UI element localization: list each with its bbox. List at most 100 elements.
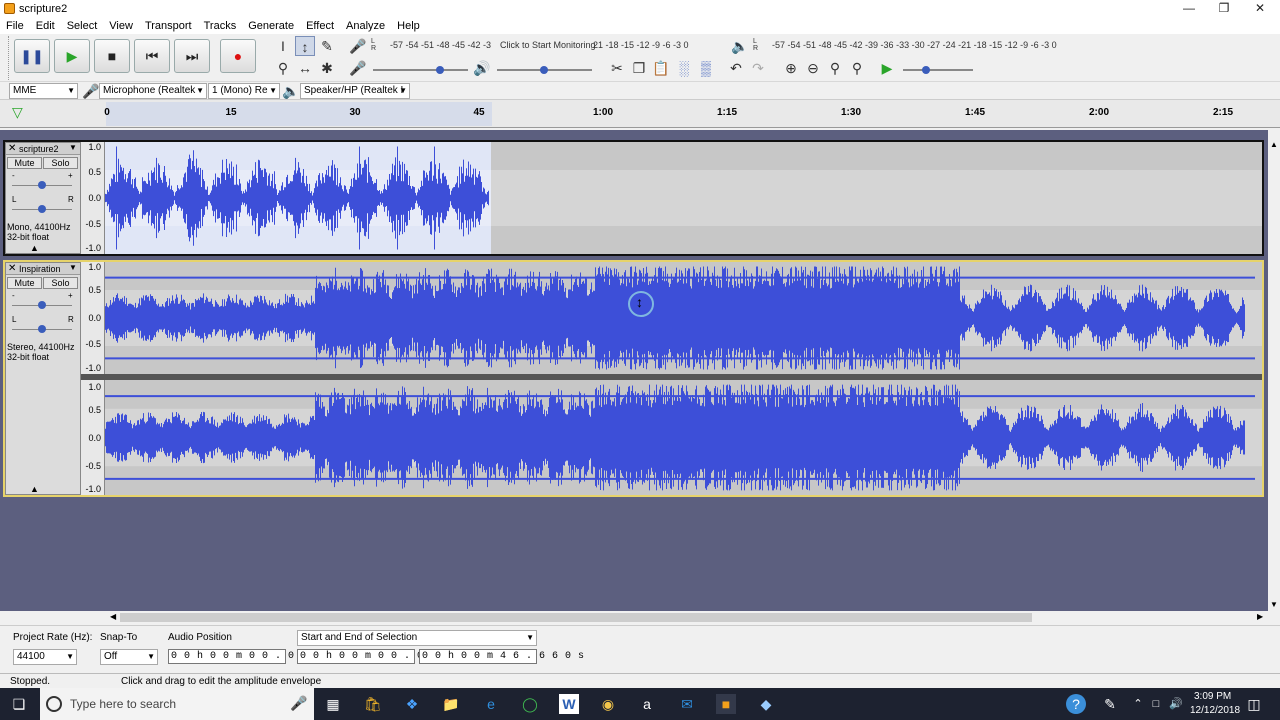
playback-volume-knob[interactable]: [540, 66, 548, 74]
store-icon[interactable]: 🛍: [363, 694, 383, 714]
notifications-icon[interactable]: ◫: [1244, 694, 1264, 714]
multi-tool-icon[interactable]: ✱: [317, 58, 337, 78]
menu-effect[interactable]: Effect: [300, 18, 340, 34]
close-track-icon[interactable]: ✕: [8, 143, 16, 154]
microphone-icon[interactable]: 🎤: [348, 36, 368, 56]
snap-to-select[interactable]: Off ▼: [100, 649, 158, 665]
taskbar-search[interactable]: Type here to search 🎤: [40, 688, 314, 720]
track-name[interactable]: scripture2: [19, 144, 59, 154]
chevron-down-icon[interactable]: ▼: [69, 263, 77, 272]
speaker-icon[interactable]: 🔈: [730, 36, 750, 56]
selection-end-field[interactable]: 0 0 h 0 0 m 4 6 . 6 6 0 s: [419, 649, 584, 664]
audio-position-field[interactable]: 0 0 h 0 0 m 0 0 . 0 0 0 s: [168, 649, 333, 664]
pen-icon[interactable]: ✎: [1100, 694, 1120, 714]
play-button[interactable]: ▶: [54, 39, 90, 73]
vertical-scrollbar[interactable]: ▲ ▼: [1268, 140, 1280, 610]
menu-view[interactable]: View: [103, 18, 139, 34]
mute-button[interactable]: Mute: [7, 157, 42, 169]
record-volume-slider[interactable]: [373, 69, 468, 71]
cut-icon[interactable]: ✂: [607, 58, 627, 78]
gain-slider-knob[interactable]: [38, 301, 46, 309]
collapse-track-icon[interactable]: ▲: [30, 243, 39, 253]
word-icon[interactable]: W: [559, 694, 579, 714]
trim-icon[interactable]: ░: [674, 58, 694, 78]
play-speed-slider[interactable]: [903, 69, 973, 71]
gain-slider-knob[interactable]: [38, 181, 46, 189]
solo-button[interactable]: Solo: [43, 157, 78, 169]
microphone-icon[interactable]: 🎤: [290, 695, 307, 712]
silence-icon[interactable]: ▒: [696, 58, 716, 78]
project-rate-select[interactable]: 44100 ▼: [13, 649, 77, 665]
help-icon[interactable]: ?: [1066, 694, 1086, 714]
selection-mode-select[interactable]: Start and End of Selection ▼: [297, 630, 537, 646]
zoom-tool-icon[interactable]: ⚲: [273, 58, 293, 78]
copy-icon[interactable]: ❐: [629, 58, 649, 78]
menu-transport[interactable]: Transport: [139, 18, 198, 34]
recording-channels-select[interactable]: 1 (Mono) Re ▼: [208, 83, 280, 99]
record-volume-knob[interactable]: [436, 66, 444, 74]
waveform-inspiration-left[interactable]: [105, 262, 1262, 374]
waveform-scripture2[interactable]: [105, 142, 1262, 254]
scroll-up-icon[interactable]: ▲: [1270, 140, 1278, 149]
pan-slider-knob[interactable]: [38, 325, 46, 333]
playback-device-select[interactable]: Speaker/HP (Realtek I ▼: [300, 83, 410, 99]
file-explorer-icon[interactable]: 📁: [441, 694, 461, 714]
close-button[interactable]: ✕: [1242, 0, 1278, 18]
selection-tool-icon[interactable]: I: [273, 36, 293, 56]
vertical-ruler[interactable]: 1.0 0.5 0.0 -0.5 -1.0: [81, 142, 105, 254]
play-speed-knob[interactable]: [922, 66, 930, 74]
skip-to-end-button[interactable]: ⏭: [174, 39, 210, 73]
track-name-bar[interactable]: ✕ scripture2 ▼: [6, 143, 80, 155]
vertical-ruler[interactable]: 1.0 0.5 0.0 -0.5 -1.0: [81, 262, 105, 374]
network-icon[interactable]: □: [1146, 694, 1166, 714]
record-meter-scale[interactable]: -57 -54 -51 -48 -45 -42 -3: [390, 40, 491, 50]
time-shift-tool-icon[interactable]: ↔: [295, 58, 315, 78]
track-control-panel[interactable]: ✕ Inspiration ▼ Mute Solo - + L R Stereo…: [5, 262, 81, 495]
close-track-icon[interactable]: ✕: [8, 263, 16, 274]
pause-button[interactable]: ❚❚: [14, 39, 50, 73]
clock-time[interactable]: 3:09 PM: [1194, 691, 1231, 702]
toolbar-grip[interactable]: [8, 36, 11, 80]
clock-date[interactable]: 12/12/2018: [1190, 705, 1240, 716]
paste-icon[interactable]: 📋: [651, 58, 671, 78]
app-taskbar-icon[interactable]: ◆: [756, 694, 776, 714]
audacity-taskbar-icon[interactable]: ■: [716, 694, 736, 714]
envelope-tool-icon[interactable]: ↕: [295, 36, 315, 56]
mute-button[interactable]: Mute: [7, 277, 42, 289]
chrome-icon[interactable]: ◉: [598, 694, 618, 714]
minimize-button[interactable]: —: [1171, 0, 1207, 18]
play-at-speed-icon[interactable]: ▶: [877, 58, 897, 78]
draw-tool-icon[interactable]: ✎: [317, 36, 337, 56]
fit-project-icon[interactable]: ⚲: [847, 58, 867, 78]
record-meter-hint[interactable]: Click to Start Monitoring: [500, 40, 596, 50]
tripadvisor-icon[interactable]: ◯: [520, 694, 540, 714]
waveform-inspiration-right[interactable]: [105, 380, 1262, 495]
horizontal-scroll-thumb[interactable]: [120, 613, 1032, 622]
edge-icon[interactable]: e: [481, 694, 501, 714]
menu-edit[interactable]: Edit: [30, 18, 61, 34]
chevron-up-icon[interactable]: ⌃: [1128, 694, 1148, 714]
zoom-in-icon[interactable]: ⊕: [781, 58, 801, 78]
scroll-right-icon[interactable]: ▶: [1257, 612, 1263, 621]
track-control-panel[interactable]: ✕ scripture2 ▼ Mute Solo - + L R Mono, 4…: [5, 142, 81, 254]
dropbox-icon[interactable]: ❖: [402, 694, 422, 714]
menu-help[interactable]: Help: [391, 18, 426, 34]
amazon-icon[interactable]: a: [637, 694, 657, 714]
horizontal-scrollbar[interactable]: ◀ ▶: [110, 611, 1268, 624]
zoom-out-icon[interactable]: ⊖: [803, 58, 823, 78]
track-name-bar[interactable]: ✕ Inspiration ▼: [6, 263, 80, 275]
task-view-icon[interactable]: ▦: [323, 694, 343, 714]
volume-icon[interactable]: 🔊: [1166, 694, 1186, 714]
redo-icon[interactable]: ↷: [748, 58, 768, 78]
menu-select[interactable]: Select: [61, 18, 104, 34]
audio-host-select[interactable]: MME ▼: [9, 83, 78, 99]
skip-to-start-button[interactable]: ⏮: [134, 39, 170, 73]
stop-button[interactable]: ■: [94, 39, 130, 73]
scroll-down-icon[interactable]: ▼: [1270, 600, 1278, 609]
pan-slider-knob[interactable]: [38, 205, 46, 213]
record-button[interactable]: ●: [220, 39, 256, 73]
solo-button[interactable]: Solo: [43, 277, 78, 289]
maximize-button[interactable]: ❐: [1206, 0, 1242, 18]
fit-selection-icon[interactable]: ⚲: [825, 58, 845, 78]
menu-generate[interactable]: Generate: [242, 18, 300, 34]
